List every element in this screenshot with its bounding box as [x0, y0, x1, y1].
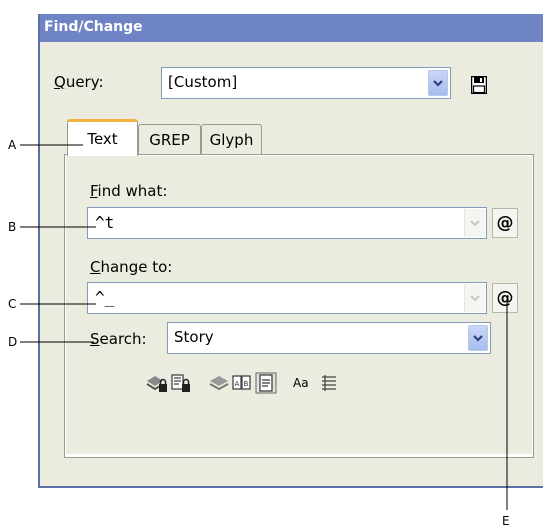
chevron-down-icon[interactable] — [468, 325, 488, 351]
title-bar[interactable]: Find/Change — [40, 14, 543, 42]
query-select[interactable]: [Custom] — [161, 67, 451, 99]
find-what-field[interactable]: ^t — [87, 207, 487, 239]
callout-a: A — [8, 138, 17, 152]
tab-text[interactable]: Text — [67, 119, 138, 156]
query-label: Query: — [54, 73, 104, 91]
at-symbol-icon: @ — [496, 288, 514, 308]
tab-glyph-label: Glyph — [209, 130, 254, 149]
find-what-value: ^t — [95, 213, 115, 232]
whole-word-icon[interactable] — [319, 372, 339, 394]
callout-b: B — [8, 220, 17, 234]
include-master-pages-icon[interactable]: A B — [231, 372, 253, 394]
query-select-value: [Custom] — [168, 73, 238, 91]
include-locked-layers-icon[interactable] — [145, 372, 169, 394]
tab-grep[interactable]: GREP — [138, 124, 201, 154]
include-locked-stories-icon[interactable] — [170, 372, 192, 394]
tab-glyph[interactable]: Glyph — [201, 124, 262, 154]
svg-text:B: B — [244, 380, 249, 388]
search-label: Search: — [90, 330, 147, 348]
callout-e: E — [502, 514, 510, 528]
tab-grep-label: GREP — [149, 130, 190, 149]
chevron-down-icon[interactable] — [464, 284, 485, 312]
at-symbol-icon: @ — [496, 213, 514, 233]
include-footnotes-icon[interactable] — [255, 372, 277, 394]
chevron-down-icon[interactable] — [464, 209, 485, 237]
include-hidden-layers-icon[interactable] — [208, 372, 230, 394]
save-query-icon[interactable] — [471, 76, 487, 94]
search-select[interactable]: Story — [167, 322, 491, 354]
special-characters-replace-button[interactable]: @ — [492, 283, 518, 313]
search-select-value: Story — [174, 328, 214, 346]
tab-text-label: Text — [87, 130, 118, 148]
change-to-label: Change to: — [90, 258, 173, 276]
find-what-label: Find what: — [90, 182, 168, 200]
callout-d: D — [8, 335, 18, 349]
special-characters-find-button[interactable]: @ — [492, 208, 518, 238]
chevron-down-icon[interactable] — [428, 70, 448, 96]
change-to-value: ^_ — [95, 288, 115, 307]
window-title: Find/Change — [44, 19, 143, 35]
change-to-field[interactable]: ^_ — [87, 282, 487, 314]
case-sensitive-icon[interactable]: Aa — [293, 372, 309, 394]
svg-text:A: A — [235, 380, 240, 388]
callout-c: C — [8, 297, 17, 311]
